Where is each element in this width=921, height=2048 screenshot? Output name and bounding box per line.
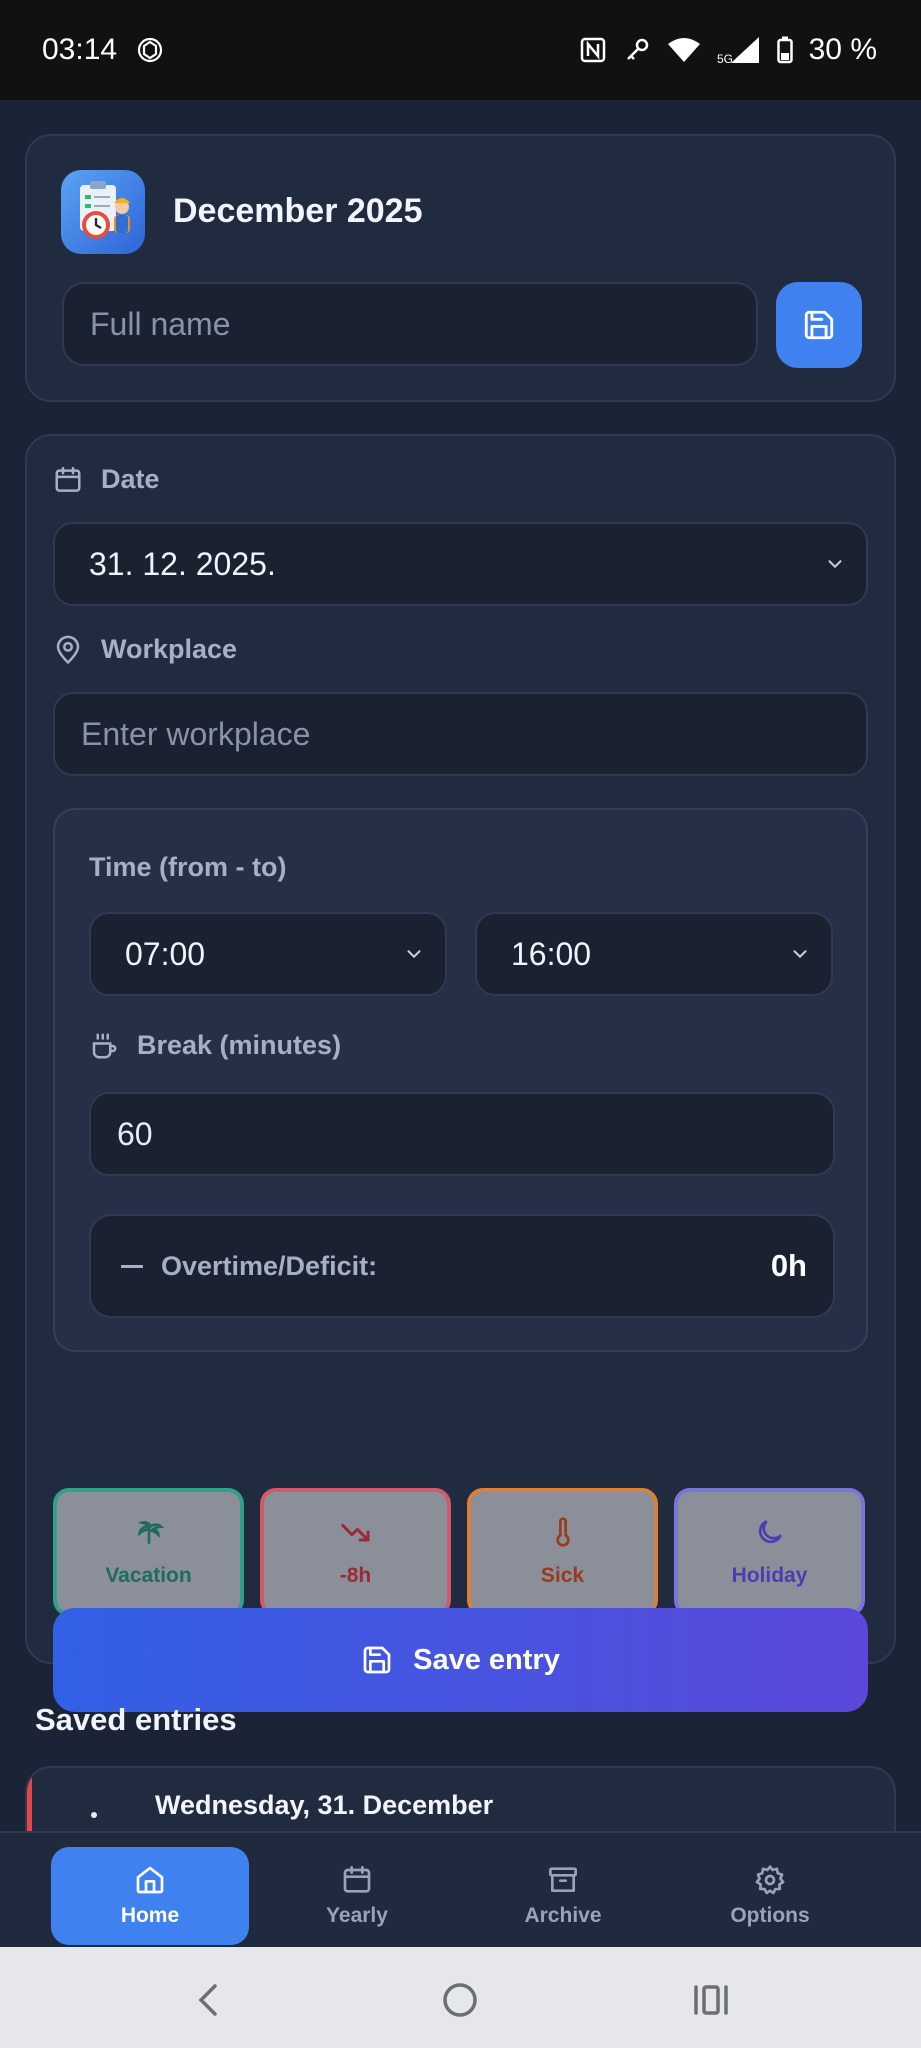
calendar-icon [55,466,81,492]
chevron-down-icon [407,950,421,959]
date-value: 31. 12. 2025. [89,545,276,582]
sick-button[interactable]: Sick [467,1488,658,1616]
break-label: Break (minutes) [89,1030,341,1061]
time-from-select[interactable]: 07:00 [89,912,447,996]
back-chevron-icon [198,1984,217,2016]
vacation-label: Vacation [105,1564,192,1587]
time-to-select[interactable]: 16:00 [475,912,833,996]
time-panel: Time (from - to) 07:00 16:00 Break (minu… [53,808,868,1352]
key-icon [623,36,651,64]
nav-archive-label: Archive [524,1904,602,1927]
status-bar: 03:14 5G 30 % [0,0,921,100]
break-minutes-input[interactable] [89,1092,835,1176]
minus-8h-button[interactable]: -8h [260,1488,451,1616]
save-entry-label: Save entry [413,1643,560,1676]
overtime-summary: Overtime/Deficit: 0h [89,1214,835,1318]
holiday-button[interactable]: Holiday [674,1488,865,1616]
date-label: Date [53,464,160,495]
time-label: Time (from - to) [89,852,287,882]
break-label-text: Break (minutes) [137,1030,342,1060]
moon-icon [758,1520,782,1544]
system-back-button[interactable] [178,1975,238,2025]
entry-date: Wednesday, 31. December [155,1790,494,1820]
system-home-button[interactable] [430,1975,490,2025]
app-screen: December 2025 Date 31. 12. 2025. Workpla… [0,100,921,1831]
overtime-label: Overtime/Deficit: [161,1250,378,1281]
status-right: 5G 30 % [579,33,877,67]
time-from-value: 07:00 [125,935,206,972]
chatgpt-notification-icon [135,35,165,65]
home-circle-icon [443,1983,477,2017]
entry-accent-bar [27,1768,32,1831]
nav-yearly[interactable]: Yearly [258,1847,456,1945]
page-title: December 2025 [173,192,423,230]
svg-text:5G: 5G [717,52,733,65]
bottom-nav: Home Yearly Archive Options [0,1831,921,1947]
thermometer-icon [555,1517,570,1547]
full-name-input[interactable] [62,282,758,366]
workplace-label: Workplace [53,634,237,665]
system-recents-button[interactable] [681,1975,741,2025]
signal-5g-icon: 5G [717,35,761,65]
overtime-value: 0h [770,1248,807,1283]
save-entry-button[interactable]: Save entry [53,1608,868,1712]
holiday-label: Holiday [731,1564,808,1587]
chevron-down-icon [793,950,807,959]
trending-down-icon [340,1523,369,1542]
calendar-icon [343,1866,371,1893]
wifi-icon [667,36,701,64]
vacation-button[interactable]: Vacation [53,1488,244,1616]
gear-icon [755,1865,785,1895]
save-icon [804,310,834,340]
system-navigation-bar [0,1947,921,2048]
nav-yearly-label: Yearly [326,1904,388,1927]
time-to-value: 16:00 [511,935,592,972]
nav-options-label: Options [730,1904,810,1927]
nav-options[interactable]: Options [671,1847,869,1945]
coffee-cup-icon [92,1033,117,1058]
location-pin-icon [56,635,80,664]
battery-icon [776,36,793,64]
chevron-down-icon [828,560,842,569]
status-left: 03:14 [42,33,165,67]
save-name-button[interactable] [776,282,862,368]
nfc-icon [579,36,607,64]
home-icon [136,1866,164,1894]
entry-bullet [91,1812,97,1818]
nav-home[interactable]: Home [51,1847,249,1945]
entry-form-card: Date 31. 12. 2025. Workplace Time (from … [25,434,896,1712]
save-icon [363,1646,391,1674]
date-label-text: Date [101,464,160,494]
workplace-label-text: Workplace [101,634,238,664]
saved-entries-title: Saved entries [35,1702,237,1737]
header-card: December 2025 [25,134,896,402]
battery-percent: 30 % [808,33,877,66]
minus-icon [121,1264,143,1268]
nav-archive[interactable]: Archive [464,1847,662,1945]
app-logo [61,170,145,254]
minus-8h-label: -8h [339,1564,372,1587]
recents-icon [694,1985,728,2015]
status-time: 03:14 [42,33,118,66]
archive-icon [549,1867,577,1892]
date-select[interactable]: 31. 12. 2025. [53,522,868,606]
nav-home-label: Home [120,1904,180,1927]
workplace-input[interactable] [53,692,868,776]
list-item[interactable]: Wednesday, 31. December [25,1766,896,1831]
sick-label: Sick [540,1564,585,1587]
palm-tree-icon [137,1521,164,1544]
